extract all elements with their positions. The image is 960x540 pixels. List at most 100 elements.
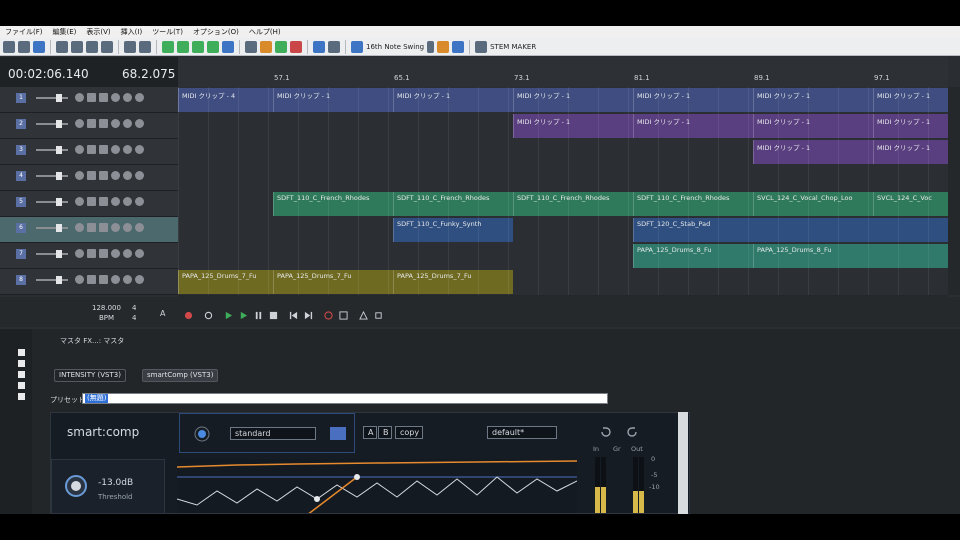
- mute-icon[interactable]: [75, 275, 84, 284]
- checkbox[interactable]: [18, 371, 25, 378]
- groove-select[interactable]: 16th Note Swing: [366, 43, 424, 51]
- scrub-icon[interactable]: [328, 40, 340, 53]
- record-arm-icon[interactable]: [111, 171, 120, 180]
- track-volume-knob[interactable]: [56, 250, 62, 258]
- midi-clip[interactable]: MIDI クリップ - 1: [513, 114, 633, 138]
- audio-clip[interactable]: PAPA_125_Drums_7_Fu: [273, 270, 393, 294]
- midi-clip[interactable]: MIDI クリップ - 1: [753, 140, 873, 164]
- new-file-icon[interactable]: [3, 40, 15, 53]
- fast-forward-icon[interactable]: [304, 311, 313, 320]
- play-icon[interactable]: [239, 311, 248, 320]
- link-icon[interactable]: [222, 40, 234, 53]
- fx-icon[interactable]: [99, 249, 108, 258]
- midi-clip[interactable]: MIDI クリップ - 1: [513, 88, 633, 112]
- ab-a-button[interactable]: A: [363, 426, 377, 439]
- midi-clip[interactable]: MIDI クリップ - 1: [873, 114, 948, 138]
- plugin-scrollbar[interactable]: [678, 412, 688, 514]
- midi-clip[interactable]: MIDI クリップ - 1: [633, 88, 753, 112]
- track-header[interactable]: 5: [0, 191, 178, 217]
- auto-icon[interactable]: [330, 427, 346, 440]
- pan-icon[interactable]: [135, 197, 144, 206]
- checkbox[interactable]: [18, 393, 25, 400]
- record-arm-icon[interactable]: [111, 119, 120, 128]
- pan-icon[interactable]: [135, 119, 144, 128]
- pan-icon[interactable]: [135, 249, 144, 258]
- mute-icon[interactable]: [75, 145, 84, 154]
- clip-lanes[interactable]: MIDI クリップ - 4 MIDI クリップ - 1 MIDI クリップ - …: [178, 87, 948, 295]
- midi-clip[interactable]: MIDI クリップ - 1: [753, 88, 873, 112]
- mixer-icon[interactable]: [452, 40, 465, 53]
- track-volume-knob[interactable]: [56, 94, 62, 102]
- audio-clip[interactable]: PAPA_125_Drums_7_Fu: [393, 270, 513, 294]
- select-tool-icon[interactable]: [162, 40, 174, 53]
- checkbox[interactable]: [18, 349, 25, 356]
- play-from-icon[interactable]: [224, 311, 233, 320]
- settings-icon[interactable]: [123, 93, 132, 102]
- audio-clip[interactable]: PAPA_125_Drums_8_Fu: [753, 244, 948, 268]
- audio-clip[interactable]: SDFT_110_C_French_Rhodes: [633, 192, 753, 216]
- compression-graph[interactable]: [177, 459, 577, 514]
- track-volume-slider[interactable]: [36, 227, 68, 229]
- checkbox[interactable]: [18, 382, 25, 389]
- threshold-knob-icon[interactable]: [64, 474, 88, 498]
- track-volume-slider[interactable]: [36, 201, 68, 203]
- menu-view[interactable]: 表示(V): [81, 27, 115, 37]
- menu-insert[interactable]: 挿入(I): [116, 27, 148, 37]
- groove-icon[interactable]: [351, 40, 363, 53]
- undo-icon[interactable]: [124, 40, 136, 53]
- track-header[interactable]: 8: [0, 269, 178, 295]
- settings-icon[interactable]: [123, 275, 132, 284]
- fx-icon[interactable]: [99, 93, 108, 102]
- solo-icon[interactable]: [87, 171, 96, 180]
- solo-icon[interactable]: [87, 275, 96, 284]
- audio-clip[interactable]: SDFT_110_C_French_Rhodes: [513, 192, 633, 216]
- fx-icon[interactable]: [99, 171, 108, 180]
- settings-icon[interactable]: [123, 223, 132, 232]
- midi-clip[interactable]: MIDI クリップ - 1: [873, 88, 948, 112]
- track-volume-knob[interactable]: [56, 120, 62, 128]
- record-icon[interactable]: [184, 311, 193, 320]
- track-volume-knob[interactable]: [56, 276, 62, 284]
- checkbox[interactable]: [18, 360, 25, 367]
- mute-tool-icon[interactable]: [290, 40, 302, 53]
- menu-edit[interactable]: 編集(E): [48, 27, 82, 37]
- track-volume-knob[interactable]: [56, 146, 62, 154]
- audio-clip[interactable]: SDFT_120_C_Stab_Pad: [633, 218, 948, 242]
- mute-icon[interactable]: [75, 119, 84, 128]
- track-volume-slider[interactable]: [36, 149, 68, 151]
- punch-icon[interactable]: [339, 311, 348, 320]
- fx-icon[interactable]: [99, 145, 108, 154]
- eraser-icon[interactable]: [245, 40, 257, 53]
- pause-icon[interactable]: [254, 311, 263, 320]
- tempo-display[interactable]: 128.000 BPM: [92, 303, 121, 323]
- midi-clip[interactable]: MIDI クリップ - 4: [178, 88, 273, 112]
- mute-icon[interactable]: [75, 93, 84, 102]
- preset-select[interactable]: (無題): [82, 393, 608, 404]
- track-volume-knob[interactable]: [56, 224, 62, 232]
- record-arm-icon[interactable]: [111, 197, 120, 206]
- fx-icon[interactable]: [99, 275, 108, 284]
- settings-icon[interactable]: [123, 145, 132, 154]
- audio-clip[interactable]: PAPA_125_Drums_8_Fu: [633, 244, 753, 268]
- menu-tools[interactable]: ツール(T): [147, 27, 188, 37]
- pan-icon[interactable]: [135, 93, 144, 102]
- plugin-slot-intensity[interactable]: INTENSITY (VST3): [54, 369, 126, 382]
- mode-dropdown[interactable]: standard: [230, 427, 316, 440]
- solo-icon[interactable]: [87, 197, 96, 206]
- midi-clip[interactable]: MIDI クリップ - 1: [753, 114, 873, 138]
- record-arm-icon[interactable]: [111, 249, 120, 258]
- record-arm-icon[interactable]: [111, 275, 120, 284]
- fx-icon[interactable]: [99, 119, 108, 128]
- menu-help[interactable]: ヘルプ(H): [244, 27, 286, 37]
- mute-icon[interactable]: [75, 249, 84, 258]
- settings-icon[interactable]: [123, 249, 132, 258]
- stop-icon[interactable]: [269, 311, 278, 320]
- loop-icon[interactable]: [204, 311, 213, 320]
- key-display[interactable]: A: [160, 309, 165, 318]
- preset-dropdown[interactable]: default*: [487, 426, 557, 439]
- track-volume-knob[interactable]: [56, 172, 62, 180]
- threshold-control[interactable]: -13.0dB Threshold: [51, 459, 165, 513]
- settings-icon[interactable]: [123, 171, 132, 180]
- plugin-icon[interactable]: [437, 40, 450, 53]
- mute-icon[interactable]: [75, 171, 84, 180]
